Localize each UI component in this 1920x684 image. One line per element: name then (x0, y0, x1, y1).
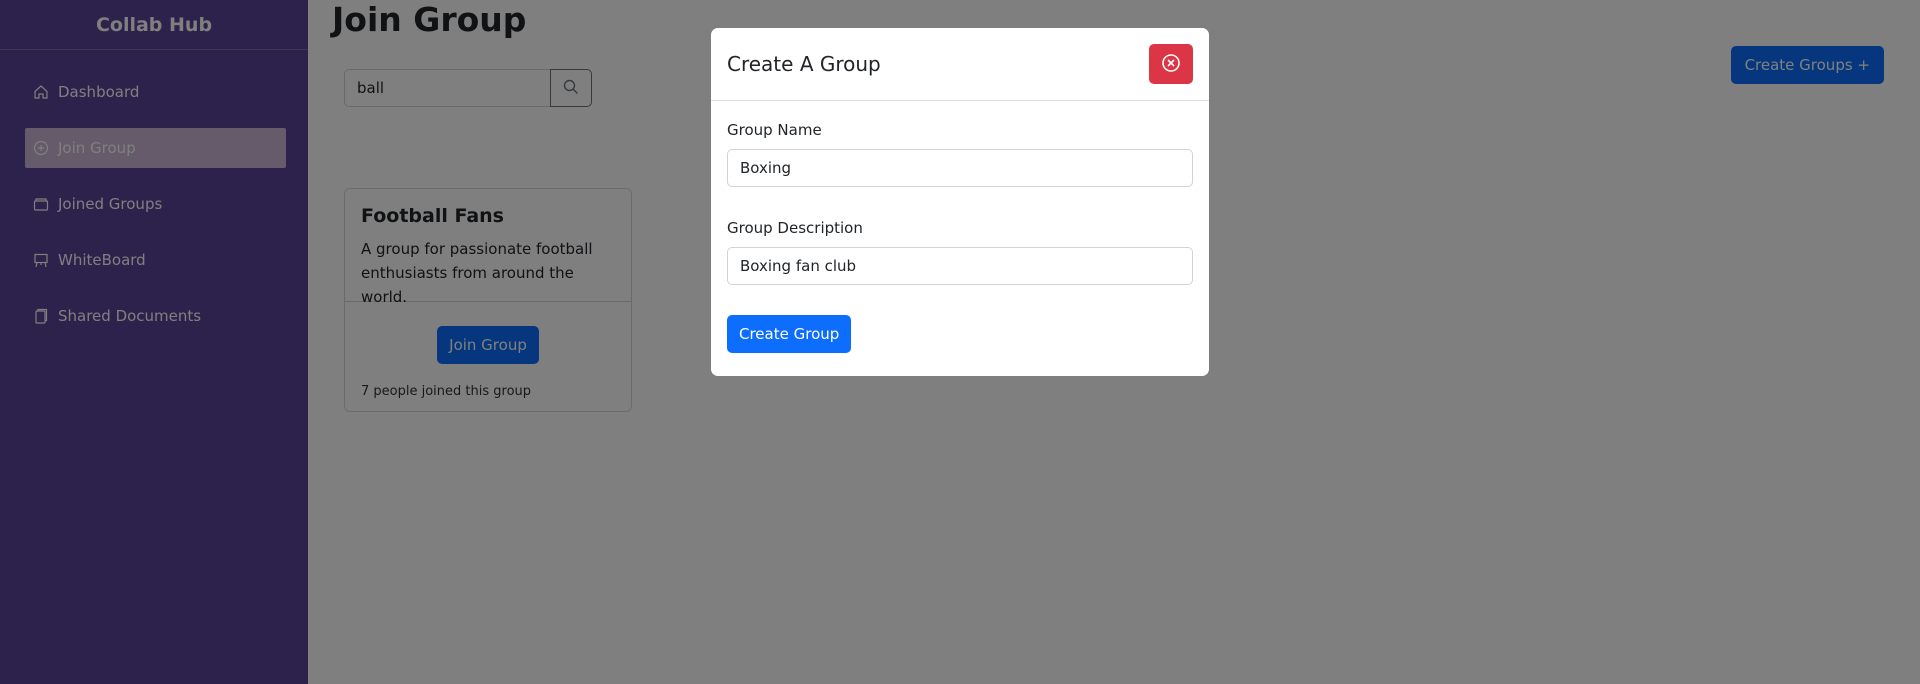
close-circle-icon (1161, 53, 1181, 76)
group-description-label: Group Description (727, 219, 863, 237)
modal-body: Group Name Group Description Create Grou… (711, 101, 1209, 373)
create-group-modal: Create A Group Group Name Group Descript… (711, 28, 1209, 376)
group-name-input[interactable] (727, 149, 1193, 187)
group-description-input[interactable] (727, 247, 1193, 285)
create-group-submit-button[interactable]: Create Group (727, 315, 852, 353)
modal-title: Create A Group (727, 52, 881, 76)
group-name-label: Group Name (727, 121, 822, 139)
group-description-field: Group Description (727, 219, 1193, 285)
group-name-field: Group Name (727, 121, 1193, 187)
app-root: Collab Hub Dashboard Join Group Joined G… (0, 0, 1920, 684)
modal-header: Create A Group (711, 28, 1209, 101)
close-button[interactable] (1149, 44, 1193, 84)
